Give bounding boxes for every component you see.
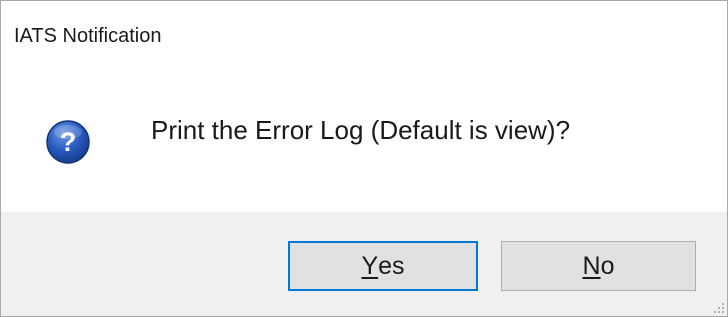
no-button-label-rest: o <box>600 251 615 280</box>
button-bar: Yes No <box>1 212 727 316</box>
title-bar[interactable]: IATS Notification <box>1 1 727 73</box>
question-icon: ? <box>46 120 90 164</box>
message-text: Print the Error Log (Default is view)? <box>151 115 571 145</box>
yes-button[interactable]: Yes <box>288 241 478 291</box>
notification-dialog: IATS Notification ? Print the Error Log … <box>0 0 728 317</box>
no-button[interactable]: No <box>501 241 696 291</box>
yes-button-mnemonic: Y <box>361 251 379 280</box>
svg-text:?: ? <box>60 127 77 157</box>
resize-grip-icon[interactable] <box>711 300 725 314</box>
dialog-title: IATS Notification <box>14 25 162 47</box>
no-button-mnemonic: N <box>582 251 601 280</box>
message-area: ? Print the Error Log (Default is view)? <box>1 73 727 212</box>
yes-button-label-rest: es <box>378 251 405 280</box>
